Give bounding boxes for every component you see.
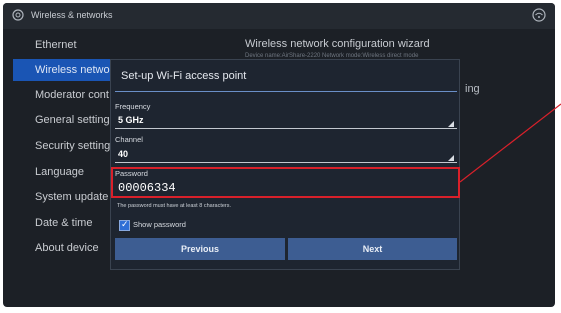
settings-icon — [12, 9, 24, 21]
sidebar-item-ethernet[interactable]: Ethernet — [13, 34, 143, 56]
password-hint: The password must have at least 8 charac… — [117, 203, 232, 209]
show-password-checkbox[interactable]: ✓ — [119, 219, 130, 231]
channel-underline — [115, 162, 457, 163]
show-password-label[interactable]: Show password — [133, 220, 186, 229]
settings-sidebar: Ethernet Wireless netwo Moderator cont G… — [3, 29, 153, 307]
page-title: Wireless & networks — [31, 10, 113, 20]
channel-field[interactable]: Channel 40 — [115, 135, 457, 163]
wizard-title[interactable]: Wireless network configuration wizard — [245, 38, 430, 50]
dropdown-arrow-icon[interactable] — [448, 121, 454, 127]
channel-label: Channel — [115, 135, 143, 144]
frequency-label: Frequency — [115, 102, 151, 111]
check-icon: ✓ — [121, 219, 129, 229]
title-divider — [115, 91, 457, 92]
setting-text-fragment: ing — [465, 83, 480, 95]
network-icon[interactable] — [532, 8, 546, 22]
password-highlight-box — [111, 167, 460, 198]
dropdown-arrow-icon[interactable] — [448, 155, 454, 161]
channel-value[interactable]: 40 — [118, 149, 128, 159]
dialog-title: Set-up Wi-Fi access point — [121, 70, 247, 82]
frequency-underline — [115, 128, 457, 129]
frequency-value[interactable]: 5 GHz — [118, 115, 144, 125]
frequency-field[interactable]: Frequency 5 GHz — [115, 102, 457, 130]
next-button[interactable]: Next — [288, 238, 457, 260]
wifi-setup-dialog: Set-up Wi-Fi access point Frequency 5 GH… — [110, 59, 460, 270]
top-bar: Wireless & networks — [3, 3, 555, 29]
previous-button[interactable]: Previous — [115, 238, 285, 260]
